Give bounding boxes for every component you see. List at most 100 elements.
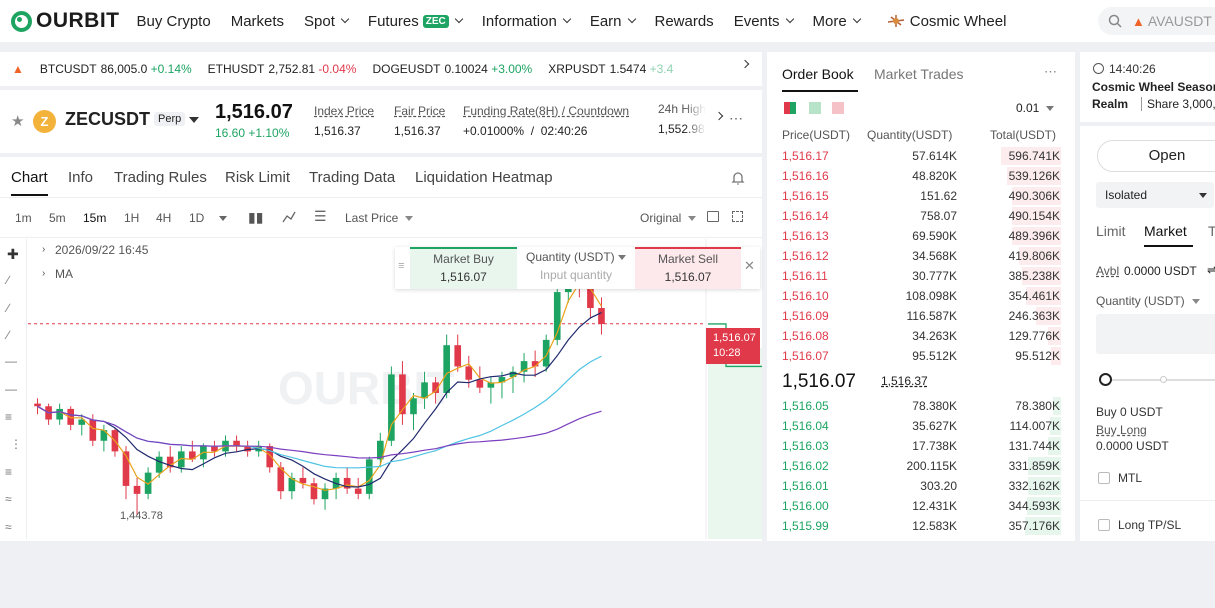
tab-info[interactable]: Info xyxy=(68,169,93,186)
indicator-label[interactable]: MA xyxy=(55,267,73,281)
screenshot-icon[interactable] xyxy=(707,211,719,222)
close-icon[interactable]: ✕ xyxy=(744,258,755,274)
nav-futures[interactable]: Futures ZEC xyxy=(368,13,464,30)
ray-icon[interactable]: ∕ xyxy=(7,301,9,315)
chevron-right-icon[interactable] xyxy=(740,59,750,69)
drag-handle-icon[interactable]: ≡ xyxy=(398,260,404,272)
more-icon[interactable]: ⋯ xyxy=(729,110,743,127)
price-type-select[interactable]: Last Price xyxy=(345,211,398,225)
open-button[interactable]: Open xyxy=(1097,140,1215,172)
promo-title[interactable]: Cosmic Wheel Season xyxy=(1092,80,1215,94)
symbol-dropdown-icon[interactable] xyxy=(189,117,199,123)
trendline-icon[interactable]: ∕ xyxy=(7,273,9,287)
bid-row[interactable]: 1,516.04 35.627K 114.007K xyxy=(767,416,1075,436)
market-sell-button[interactable]: Market Sell 1,516.07 xyxy=(635,247,741,289)
nav-earn[interactable]: Earn xyxy=(590,13,636,30)
nav-more[interactable]: More xyxy=(813,13,861,30)
pattern-icon[interactable]: ≈ xyxy=(5,492,12,506)
ask-row[interactable]: 1,516.15 151.62 490.306K xyxy=(767,186,1075,206)
ticker-item[interactable]: DOGEUSDT 0.10024 +3.00% xyxy=(372,62,532,76)
interval-1m[interactable]: 1m xyxy=(15,211,32,225)
quick-quantity-input[interactable]: Quantity (USDT) Input quantity xyxy=(517,247,635,289)
symbol-name[interactable]: ZECUSDT xyxy=(65,109,150,130)
view-select[interactable]: Original xyxy=(640,211,681,225)
logo[interactable]: OURBIT xyxy=(11,9,120,33)
nav-buy-crypto[interactable]: Buy Crypto xyxy=(137,13,211,30)
list-icon[interactable]: ☰ xyxy=(314,208,327,225)
nav-spot[interactable]: Spot xyxy=(304,13,350,30)
indicator-icon[interactable] xyxy=(282,211,296,223)
ask-row[interactable]: 1,516.07 95.512K 95.512K xyxy=(767,346,1075,366)
nav-cosmic-wheel[interactable]: Cosmic Wheel xyxy=(886,13,1006,30)
mtl-checkbox[interactable] xyxy=(1098,472,1110,484)
bid-row[interactable]: 1,516.00 12.431K 344.593K xyxy=(767,496,1075,516)
ask-row[interactable]: 1,516.11 30.777K 385.238K xyxy=(767,266,1075,286)
tab-trading-data[interactable]: Trading Data xyxy=(309,169,395,186)
interval-dropdown-icon[interactable] xyxy=(219,216,227,221)
extended-line-icon[interactable]: ∕ xyxy=(7,328,9,342)
more-icon[interactable]: ⋯ xyxy=(1044,64,1057,80)
slider-handle[interactable] xyxy=(1099,373,1112,386)
brush-icon[interactable]: ≈ xyxy=(5,520,12,534)
interval-5m[interactable]: 5m xyxy=(49,211,66,225)
horizontal-line-icon[interactable]: — xyxy=(5,354,17,368)
ticker-item[interactable]: BTCUSDT 86,005.0 +0.14% xyxy=(40,62,192,76)
search-input[interactable]: ▲ AVAUSDT xyxy=(1098,7,1215,35)
tpsl-checkbox[interactable] xyxy=(1098,519,1110,531)
tab-limit[interactable]: Limit xyxy=(1096,223,1126,239)
bid-row[interactable]: 1,516.02 200.115K 331.859K xyxy=(767,456,1075,476)
tab-liquidation-heatmap[interactable]: Liquidation Heatmap xyxy=(415,169,553,186)
precision-select[interactable]: 0.01 xyxy=(1016,101,1039,115)
collapse-arrow[interactable]: › xyxy=(42,244,45,255)
interval-1h[interactable]: 1H xyxy=(124,211,139,225)
tab-order-book[interactable]: Order Book xyxy=(782,66,854,82)
interval-4h[interactable]: 4H xyxy=(156,211,171,225)
interval-1d[interactable]: 1D xyxy=(189,211,204,225)
view-both-icon[interactable] xyxy=(784,102,796,114)
ask-row[interactable]: 1,516.16 48.820K 539.126K xyxy=(767,166,1075,186)
tab-trading-rules[interactable]: Trading Rules xyxy=(114,169,207,186)
bid-row[interactable]: 1,515.99 12.583K 357.176K xyxy=(767,516,1075,536)
view-asks-icon[interactable] xyxy=(832,102,844,114)
fib-icon[interactable]: ≡ xyxy=(5,465,12,479)
ask-row[interactable]: 1,516.13 69.590K 489.396K xyxy=(767,226,1075,246)
star-icon[interactable]: ★ xyxy=(11,112,24,130)
candle-type-icon[interactable]: ▮▮ xyxy=(248,209,263,226)
order-quantity: 78.380K xyxy=(912,399,957,413)
market-buy-button[interactable]: Market Buy 1,516.07 xyxy=(410,247,517,289)
nav-rewards[interactable]: Rewards xyxy=(655,13,714,30)
nav-markets[interactable]: Markets xyxy=(231,13,284,30)
interval-15m[interactable]: 15m xyxy=(83,211,106,225)
nav-events[interactable]: Events xyxy=(734,13,794,30)
tab-risk-limit[interactable]: Risk Limit xyxy=(225,169,290,186)
horizontal-ray-icon[interactable]: — xyxy=(5,382,17,396)
leverage-slider[interactable] xyxy=(1100,379,1215,381)
tab-market-trades[interactable]: Market Trades xyxy=(874,66,963,82)
ask-row[interactable]: 1,516.09 116.587K 246.363K xyxy=(767,306,1075,326)
bid-row[interactable]: 1,516.03 17.738K 131.744K xyxy=(767,436,1075,456)
ask-row[interactable]: 1,516.12 34.568K 419.806K xyxy=(767,246,1075,266)
bid-row[interactable]: 1,516.01 303.20 332.162K xyxy=(767,476,1075,496)
vertical-line-icon[interactable]: ⋮ xyxy=(10,437,22,451)
crosshair-icon[interactable]: ✚ xyxy=(7,246,19,263)
bid-row[interactable]: 1,516.05 78.380K 78.380K xyxy=(767,396,1075,416)
ask-row[interactable]: 1,516.14 758.07 490.154K xyxy=(767,206,1075,226)
ticker-item[interactable]: ETHUSDT 2,752.81 -0.04% xyxy=(208,62,357,76)
tab-market[interactable]: Market xyxy=(1144,223,1187,239)
view-bids-icon[interactable] xyxy=(809,102,821,114)
ask-row[interactable]: 1,516.10 108.098K 354.461K xyxy=(767,286,1075,306)
ask-row[interactable]: 1,516.17 57.614K 596.741K xyxy=(767,146,1075,166)
tab-chart[interactable]: Chart xyxy=(11,169,48,186)
tab-trigger[interactable]: T xyxy=(1208,223,1215,239)
chevron-right-icon[interactable] xyxy=(714,111,724,121)
bell-icon[interactable] xyxy=(730,170,746,186)
ticker-item[interactable]: XRPUSDT 1.5474 +3.4 xyxy=(548,62,673,76)
transfer-icon[interactable]: ⇌ xyxy=(1207,263,1215,277)
nav-information[interactable]: Information xyxy=(482,13,572,30)
quantity-input[interactable] xyxy=(1096,314,1215,354)
margin-mode-select[interactable]: Isolated xyxy=(1096,182,1214,208)
parallel-channel-icon[interactable]: ≡ xyxy=(5,410,12,424)
fullscreen-icon[interactable] xyxy=(732,211,743,222)
ask-row[interactable]: 1,516.08 34.263K 129.776K xyxy=(767,326,1075,346)
collapse-arrow[interactable]: › xyxy=(42,268,45,279)
